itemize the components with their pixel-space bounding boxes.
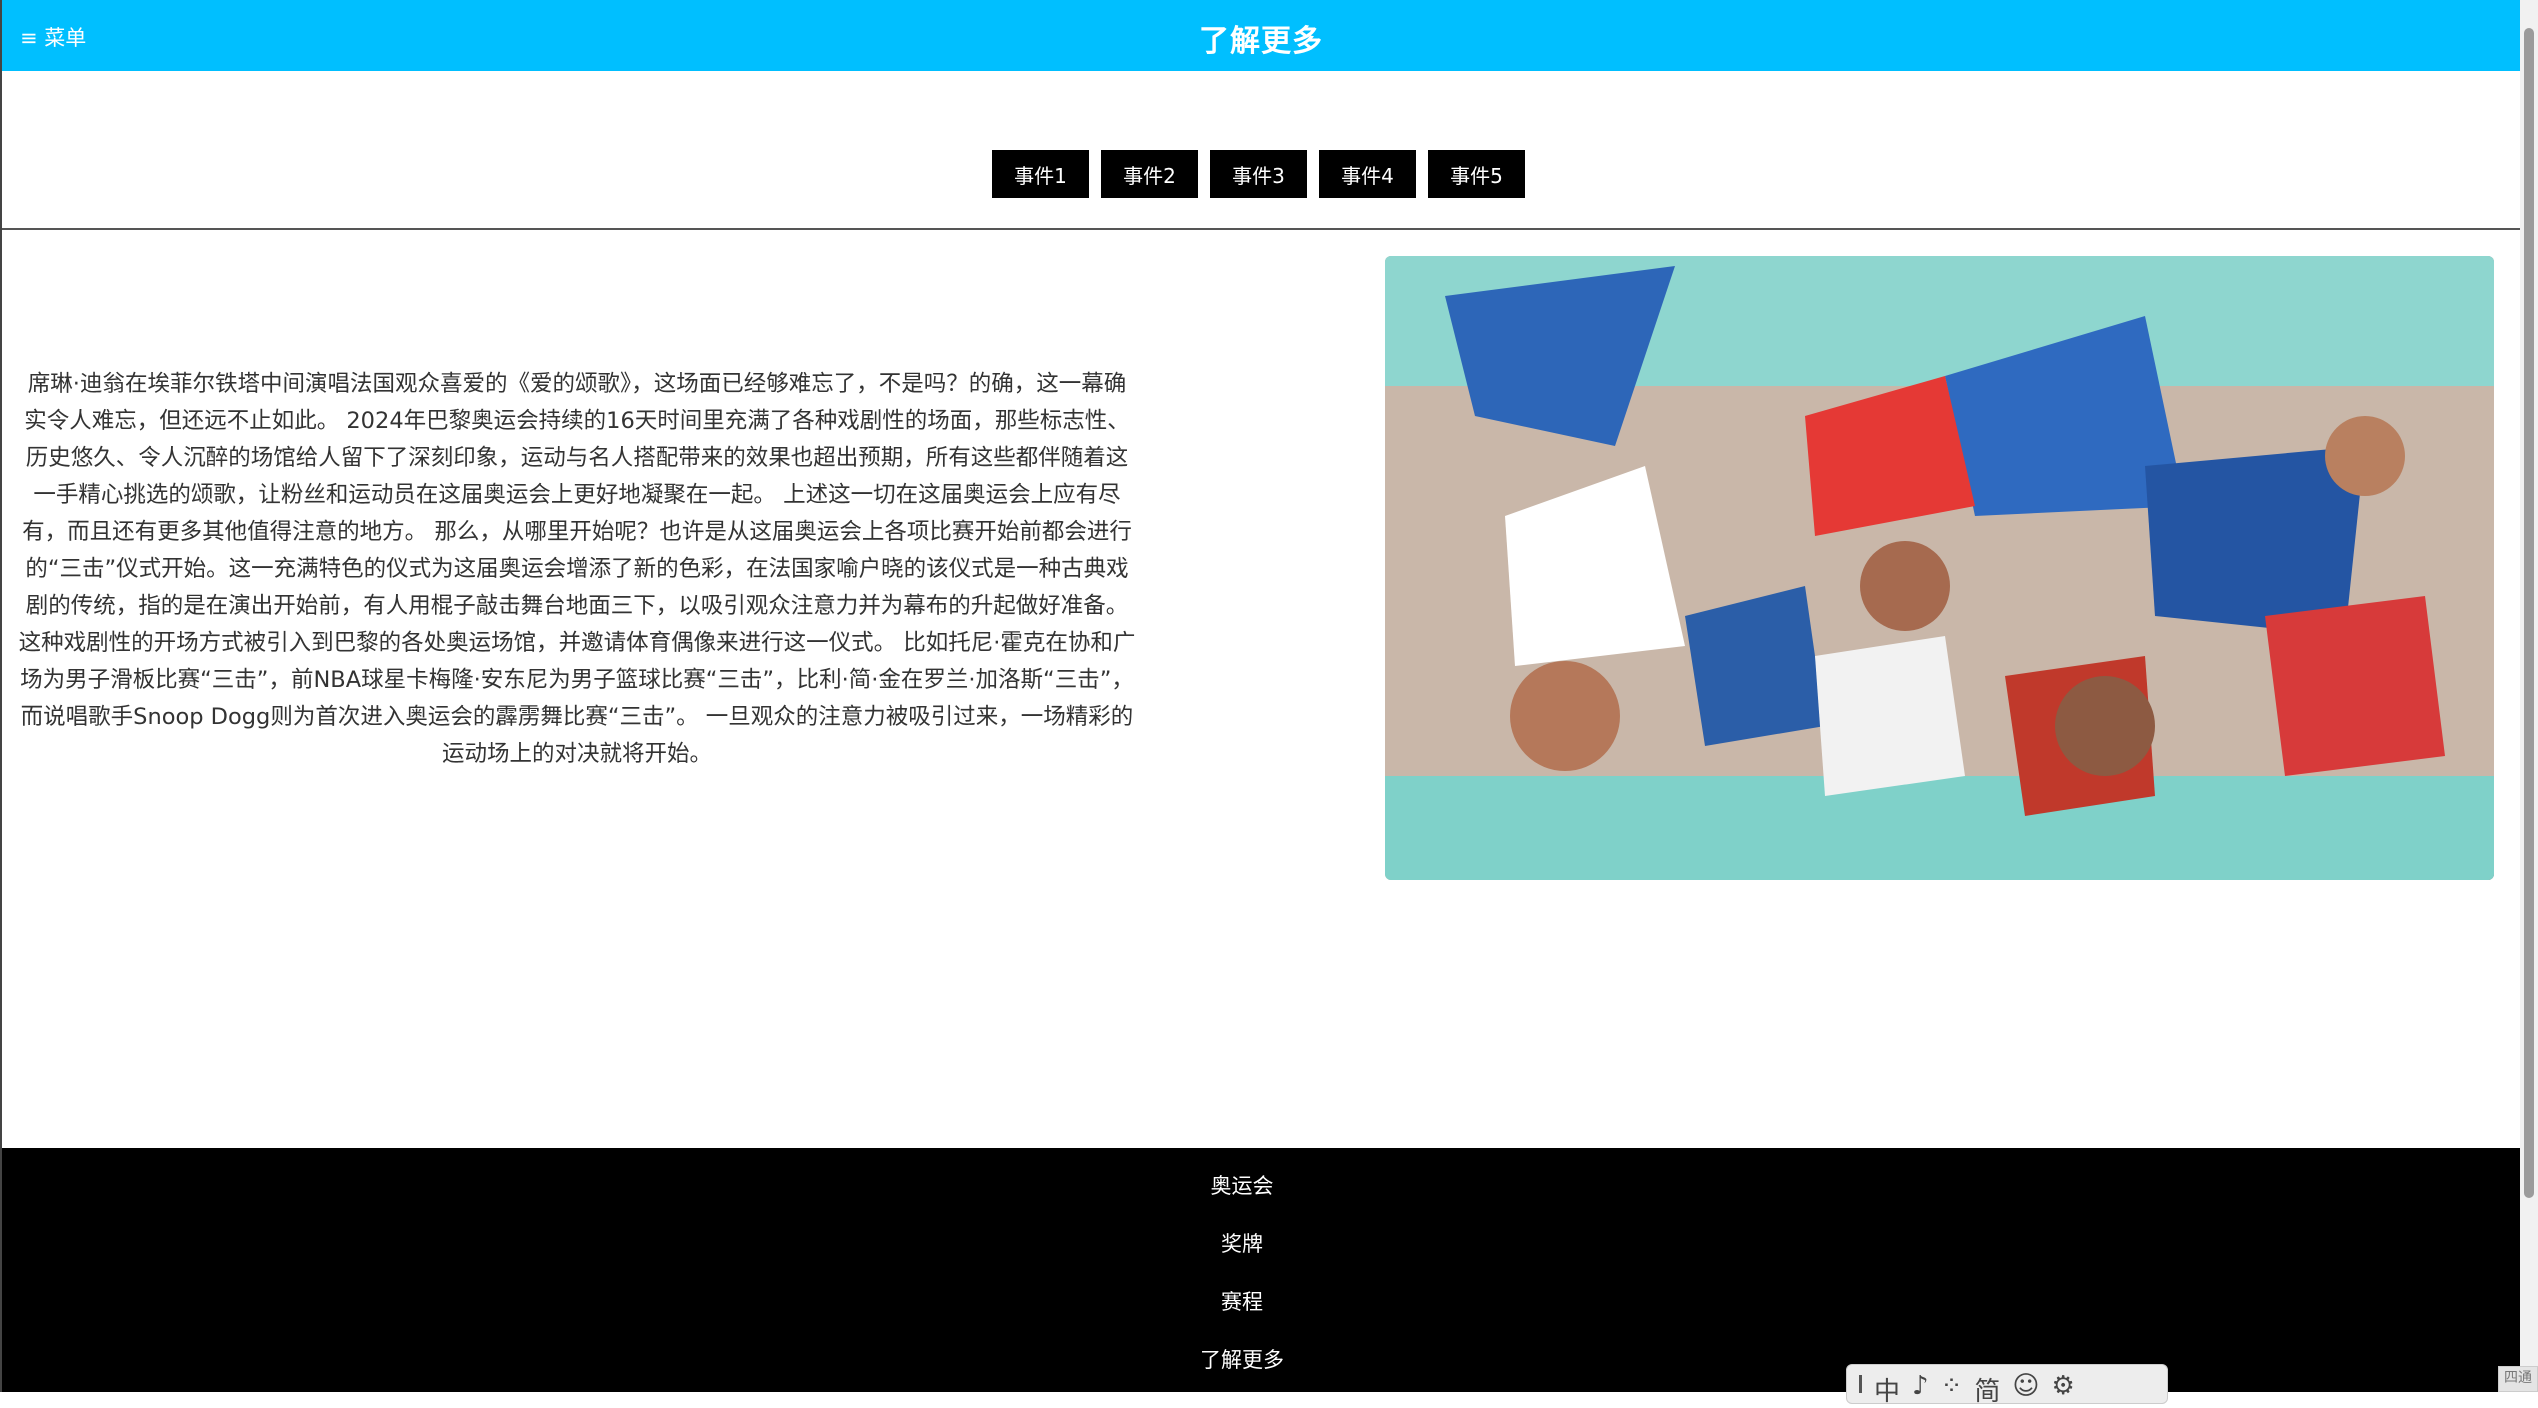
page-title: 了解更多 — [1199, 24, 1323, 59]
punctuation-icon[interactable]: ⁘ — [1941, 1371, 1963, 1401]
emoji-icon[interactable]: ☺ — [2012, 1371, 2039, 1401]
crowd-photo — [1385, 256, 2494, 880]
scroll-thumb[interactable] — [2524, 28, 2534, 1198]
crowd-image-icon — [1385, 256, 2494, 880]
footer-links: 奥运会 奖牌 赛程 了解更多 — [2, 1170, 2482, 1374]
event-nav: 事件1 事件2 事件3 事件4 事件5 — [992, 150, 1525, 198]
corner-indicator: 四通 — [2498, 1366, 2538, 1392]
section-divider — [2, 228, 2520, 230]
event-5-button[interactable]: 事件5 — [1428, 150, 1525, 198]
event-1-button[interactable]: 事件1 — [992, 150, 1089, 198]
moon-icon[interactable]: ♪ — [1912, 1371, 1929, 1401]
settings-icon[interactable]: ⚙ — [2052, 1371, 2075, 1401]
article-text: 席琳·迪翁在埃菲尔铁塔中间演唱法国观众喜爱的《爱的颂歌》，这场面已经够难忘了，不… — [18, 371, 1136, 767]
ime-drag-handle[interactable] — [1859, 1375, 1862, 1393]
event-3-button[interactable]: 事件3 — [1210, 150, 1307, 198]
vertical-scrollbar[interactable] — [2520, 0, 2538, 1392]
footer: 奥运会 奖牌 赛程 了解更多 — [2, 1148, 2520, 1392]
footer-link-olympics[interactable]: 奥运会 — [1211, 1170, 1274, 1200]
footer-link-medals[interactable]: 奖牌 — [1221, 1228, 1263, 1258]
ime-simplified-mode[interactable]: 简 — [1974, 1371, 2000, 1408]
footer-link-learn-more[interactable]: 了解更多 — [1200, 1344, 1284, 1374]
ime-toolbar: 中 ♪ ⁘ 简 ☺ ⚙ — [1846, 1364, 2168, 1407]
event-2-button[interactable]: 事件2 — [1101, 150, 1198, 198]
event-4-button[interactable]: 事件4 — [1319, 150, 1416, 198]
ime-chinese-mode[interactable]: 中 — [1874, 1371, 1900, 1408]
top-header: ≡ 菜单 了解更多 — [2, 0, 2520, 71]
footer-link-schedule[interactable]: 赛程 — [1221, 1286, 1263, 1316]
